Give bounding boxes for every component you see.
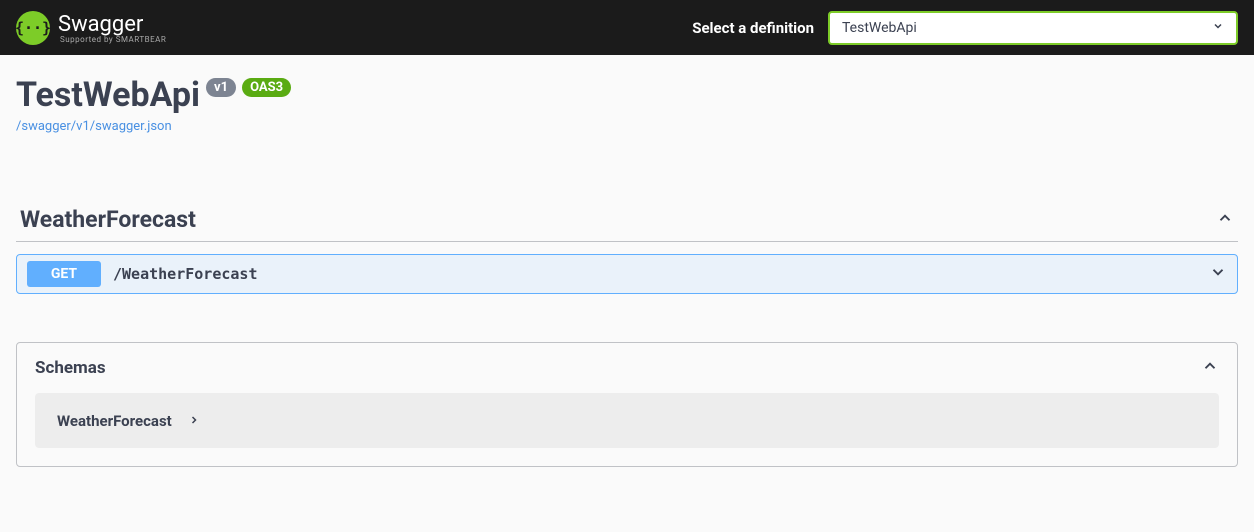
swagger-logo[interactable]: {··} Swagger Supported by SMARTBEAR (16, 11, 166, 45)
api-info-header: TestWebApi v1 OAS3 (16, 75, 1238, 115)
chevron-up-icon (1201, 357, 1219, 379)
chevron-down-icon (1212, 20, 1224, 36)
oas-badge: OAS3 (242, 78, 291, 97)
operation-get-weatherforecast[interactable]: GET /WeatherForecast (16, 254, 1238, 294)
swagger-logo-icon: {··} (16, 11, 50, 45)
schema-item-weatherforecast[interactable]: WeatherForecast (35, 393, 1219, 448)
spec-url-link[interactable]: /swagger/v1/swagger.json (16, 119, 172, 134)
tag-name: WeatherForecast (20, 206, 1216, 233)
topbar: {··} Swagger Supported by SMARTBEAR Sele… (0, 0, 1254, 55)
schemas-title: Schemas (35, 358, 1201, 378)
schemas-header[interactable]: Schemas (17, 343, 1237, 393)
api-title: TestWebApi (16, 75, 200, 115)
operation-path: /WeatherForecast (113, 265, 1209, 283)
chevron-right-icon (188, 411, 200, 430)
chevron-down-icon (1209, 263, 1227, 285)
schema-name: WeatherForecast (57, 412, 172, 430)
definition-label: Select a definition (692, 19, 814, 37)
tag-header[interactable]: WeatherForecast (16, 198, 1238, 242)
swagger-logo-text: Swagger (58, 12, 166, 37)
definition-selected-value: TestWebApi (842, 20, 917, 36)
tag-section-weatherforecast: WeatherForecast GET /WeatherForecast (16, 198, 1238, 294)
chevron-up-icon (1216, 209, 1234, 231)
schemas-section: Schemas WeatherForecast (16, 342, 1238, 467)
definition-select[interactable]: TestWebApi (828, 11, 1238, 45)
version-badge: v1 (206, 78, 236, 97)
http-method-badge: GET (27, 261, 101, 287)
swagger-logo-subtext: Supported by SMARTBEAR (60, 35, 166, 44)
